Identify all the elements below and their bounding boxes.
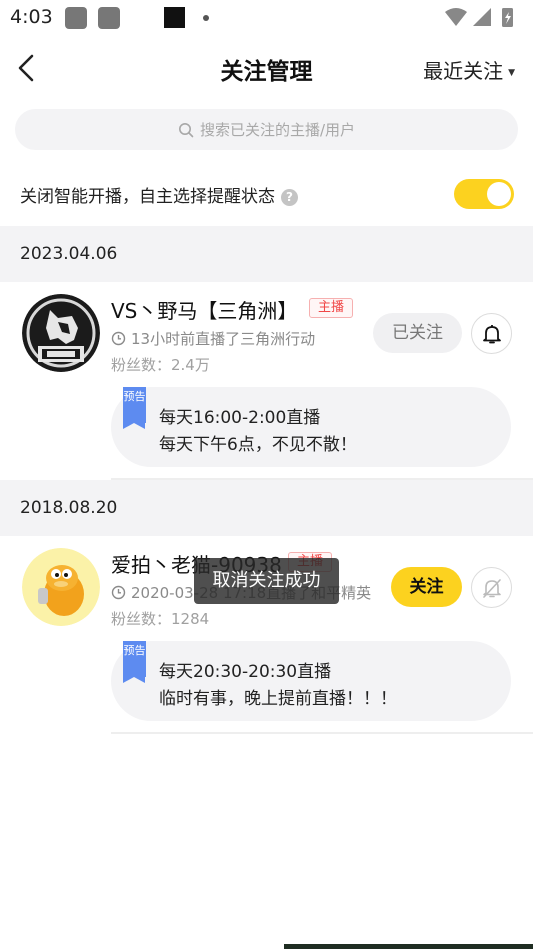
- bell-off-icon: [482, 578, 501, 598]
- fan-count: 粉丝数：2.4万: [111, 356, 210, 374]
- item-divider: [111, 732, 533, 734]
- smart-live-text: 关闭智能开播，自主选择提醒状态: [20, 187, 275, 207]
- smart-live-setting: 关闭智能开播，自主选择提醒状态?: [0, 172, 533, 216]
- status-bar: 4:03: [0, 0, 533, 36]
- wifi-icon: [445, 8, 467, 26]
- smart-live-label: 关闭智能开播，自主选择提醒状态?: [20, 182, 298, 207]
- live-notice: 预告 每天20:30-20:30直播 临时有事，晚上提前直播！！！: [111, 641, 511, 721]
- section-date: 2018.08.20: [20, 498, 118, 518]
- smart-live-toggle[interactable]: [454, 179, 514, 209]
- notice-message: 每天下午6点，不见不散！: [159, 435, 357, 455]
- avatar[interactable]: [22, 548, 100, 626]
- bell-icon: [482, 324, 501, 343]
- notification-icon: [65, 7, 87, 29]
- notification-bell-button[interactable]: [471, 567, 512, 608]
- notice-message: 临时有事，晚上提前直播！！！: [159, 689, 397, 709]
- status-time: 4:03: [10, 6, 53, 28]
- caret-down-icon: ▼: [508, 67, 515, 78]
- notice-schedule: 每天20:30-20:30直播: [159, 662, 332, 682]
- followed-button[interactable]: 已关注: [373, 313, 462, 353]
- navigation-bar-edge: [284, 944, 533, 949]
- signal-icon: [473, 8, 491, 26]
- toggle-knob: [487, 182, 511, 206]
- notification-bell-button[interactable]: [471, 313, 512, 354]
- streamer-name[interactable]: VS丶野马【三角洲】: [111, 295, 297, 324]
- followed-streamer-item[interactable]: VS丶野马【三角洲】 主播 13小时前直播了三角洲行动 粉丝数：2.4万 已关注…: [0, 282, 533, 480]
- notification-icon: [164, 7, 185, 28]
- fan-count: 粉丝数：1284: [111, 610, 210, 628]
- system-icons: [443, 6, 523, 34]
- toast-message: 取消关注成功: [194, 558, 339, 604]
- section-date: 2023.04.06: [20, 244, 118, 264]
- sort-label: 最近关注: [423, 59, 504, 83]
- live-notice: 预告 每天16:00-2:00直播 每天下午6点，不见不散！: [111, 387, 511, 467]
- notice-tag: 预告: [123, 387, 146, 429]
- notification-icon: [98, 7, 120, 29]
- last-live-text: 13小时前直播了三角洲行动: [131, 330, 316, 348]
- more-notifications-icon: [203, 15, 209, 21]
- sort-dropdown[interactable]: 最近关注 ▼: [423, 55, 515, 84]
- header: 关注管理 最近关注 ▼: [0, 40, 533, 96]
- search-input[interactable]: 搜索已关注的主播/用户: [15, 109, 518, 150]
- date-section-header: 2023.04.06: [0, 226, 533, 282]
- help-icon[interactable]: ?: [281, 189, 298, 206]
- streamer-badge: 主播: [309, 298, 354, 318]
- avatar[interactable]: [22, 294, 100, 372]
- search-placeholder: 搜索已关注的主播/用户: [199, 121, 356, 139]
- last-live-info: 13小时前直播了三角洲行动: [111, 328, 315, 349]
- follow-button[interactable]: 关注: [391, 567, 462, 607]
- date-section-header: 2018.08.20: [0, 480, 533, 536]
- notice-tag: 预告: [123, 641, 146, 683]
- notice-schedule: 每天16:00-2:00直播: [159, 408, 321, 428]
- search-icon: [178, 122, 194, 137]
- clock-icon: [111, 585, 126, 600]
- clock-icon: [111, 331, 126, 346]
